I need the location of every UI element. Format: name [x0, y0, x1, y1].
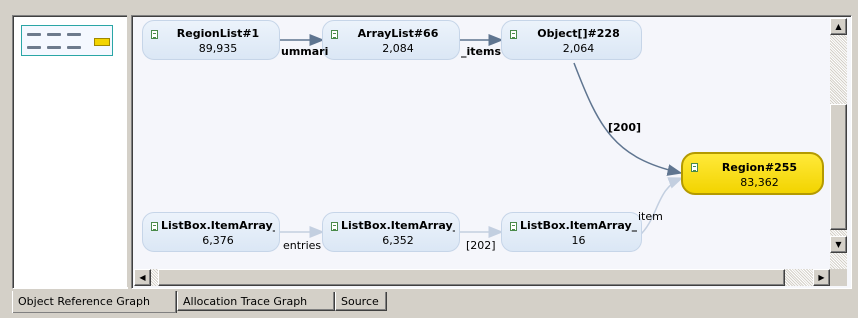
node-title: ArrayList#66: [357, 27, 439, 40]
vertical-scroll-thumb[interactable]: [830, 104, 847, 230]
document-icon: [151, 30, 158, 39]
graph-canvas[interactable]: RegionList#1 89,935 ArrayList#66 2,084 O…: [134, 18, 830, 269]
node-title: ListBox.ItemArray_: [161, 219, 275, 232]
node-title: ListBox.ItemArray_: [520, 219, 637, 232]
document-icon: [331, 222, 338, 231]
document-icon: [331, 30, 338, 39]
horizontal-scrollbar[interactable]: ◀ ▶: [134, 269, 830, 286]
node-title: RegionList#1: [176, 27, 260, 40]
node-value: 2,084: [382, 42, 414, 55]
edge-label: [202]: [466, 239, 496, 252]
edge-label: ummari: [281, 45, 329, 58]
horizontal-scroll-thumb[interactable]: [158, 269, 785, 286]
edge-label: item: [638, 210, 663, 223]
node-itemarray-3[interactable]: ListBox.ItemArray_ 16: [501, 212, 642, 252]
overview-viewport[interactable]: [21, 25, 113, 56]
arrow-up-icon[interactable]: ▲: [830, 18, 847, 35]
edge-label: _items: [461, 45, 501, 58]
node-title: Region#255: [721, 161, 798, 174]
node-itemarray-1[interactable]: ListBox.ItemArray_ 6,376: [142, 212, 280, 252]
node-title: ListBox.ItemArray_: [341, 219, 455, 232]
node-value: 83,362: [740, 176, 779, 189]
graph-panel: RegionList#1 89,935 ArrayList#66 2,084 O…: [0, 0, 856, 292]
edge-itemarray-region: [638, 177, 684, 237]
node-title: Object[]#228: [537, 27, 620, 40]
arrow-down-icon[interactable]: ▼: [830, 236, 847, 253]
document-icon: [151, 222, 158, 231]
document-icon: [510, 30, 517, 39]
node-region-selected[interactable]: Region#255 83,362: [681, 152, 824, 195]
tab-object-reference-graph[interactable]: Object Reference Graph: [12, 291, 177, 313]
graph-overview[interactable]: [12, 15, 128, 289]
node-value: 6,352: [382, 234, 414, 247]
document-icon: [691, 163, 698, 172]
arrow-left-icon[interactable]: ◀: [134, 269, 151, 286]
edge-label: entries: [283, 239, 322, 252]
node-value: 89,935: [198, 42, 238, 55]
node-value: 2,064: [562, 42, 595, 55]
document-icon: [510, 222, 517, 231]
tab-source[interactable]: Source: [335, 292, 387, 311]
edge-label: [200]: [608, 121, 642, 134]
tab-allocation-trace-graph[interactable]: Allocation Trace Graph: [177, 292, 335, 311]
vertical-scrollbar[interactable]: ▲ ▼: [830, 18, 847, 269]
graph-canvas-container: RegionList#1 89,935 ArrayList#66 2,084 O…: [131, 15, 852, 289]
node-arraylist[interactable]: ArrayList#66 2,084: [322, 20, 460, 60]
node-value: 6,376: [202, 234, 234, 247]
node-itemarray-2[interactable]: ListBox.ItemArray_ 6,352: [322, 212, 460, 252]
node-objectarray[interactable]: Object[]#228 2,064: [501, 20, 642, 60]
scrollbar-corner: [830, 269, 847, 286]
node-regionlist[interactable]: RegionList#1 89,935: [142, 20, 280, 60]
node-value: 16: [571, 234, 586, 247]
edge-objectarray-region: [573, 62, 683, 176]
arrow-right-icon[interactable]: ▶: [813, 269, 830, 286]
